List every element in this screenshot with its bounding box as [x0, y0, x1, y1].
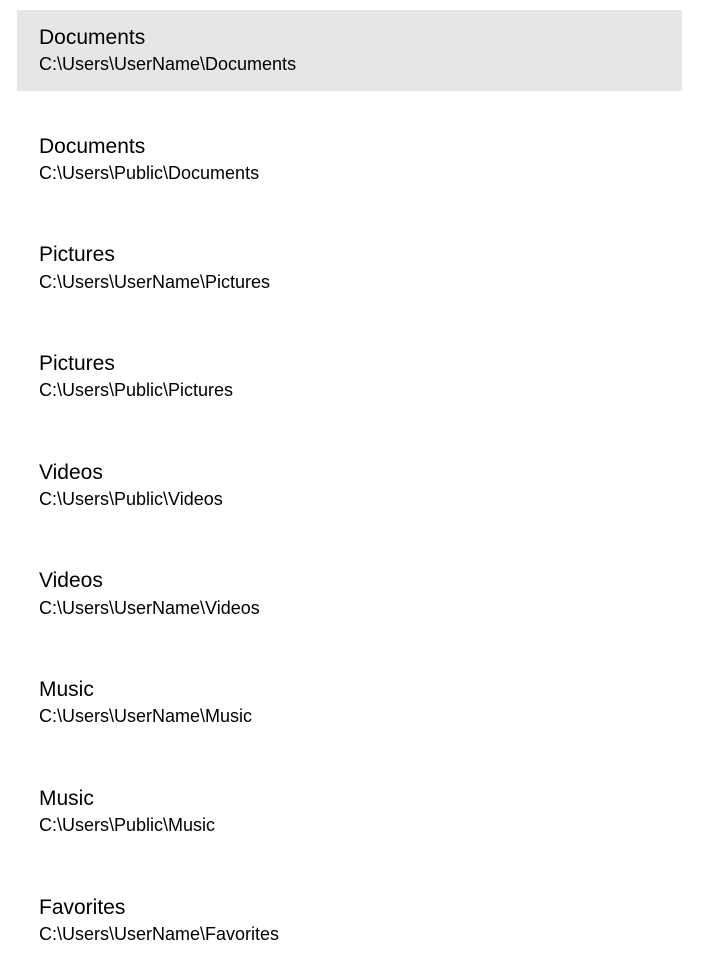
folder-title: Videos — [39, 567, 660, 594]
list-item[interactable]: Documents C:\Users\Public\Documents — [17, 119, 682, 200]
list-item[interactable]: Music C:\Users\Public\Music — [17, 771, 682, 852]
list-item[interactable]: Pictures C:\Users\Public\Pictures — [17, 336, 682, 417]
folder-list: Documents C:\Users\UserName\Documents Do… — [0, 0, 703, 960]
folder-path: C:\Users\UserName\Videos — [39, 597, 660, 620]
folder-title: Pictures — [39, 350, 660, 377]
folder-title: Music — [39, 676, 660, 703]
folder-path: C:\Users\UserName\Favorites — [39, 923, 660, 946]
folder-title: Documents — [39, 133, 660, 160]
folder-title: Music — [39, 785, 660, 812]
folder-path: C:\Users\UserName\Documents — [39, 53, 660, 76]
folder-path: C:\Users\Public\Pictures — [39, 379, 660, 402]
folder-title: Favorites — [39, 894, 660, 921]
list-item[interactable]: Music C:\Users\UserName\Music — [17, 662, 682, 743]
list-item[interactable]: Videos C:\Users\Public\Videos — [17, 445, 682, 526]
folder-title: Pictures — [39, 241, 660, 268]
folder-path: C:\Users\UserName\Pictures — [39, 271, 660, 294]
list-item[interactable]: Documents C:\Users\UserName\Documents — [17, 10, 682, 91]
list-item[interactable]: Pictures C:\Users\UserName\Pictures — [17, 227, 682, 308]
folder-path: C:\Users\Public\Music — [39, 814, 660, 837]
folder-path: C:\Users\UserName\Music — [39, 705, 660, 728]
folder-path: C:\Users\Public\Videos — [39, 488, 660, 511]
folder-title: Documents — [39, 24, 660, 51]
list-item[interactable]: Videos C:\Users\UserName\Videos — [17, 553, 682, 634]
folder-title: Videos — [39, 459, 660, 486]
folder-path: C:\Users\Public\Documents — [39, 162, 660, 185]
list-item[interactable]: Favorites C:\Users\UserName\Favorites — [17, 880, 682, 960]
